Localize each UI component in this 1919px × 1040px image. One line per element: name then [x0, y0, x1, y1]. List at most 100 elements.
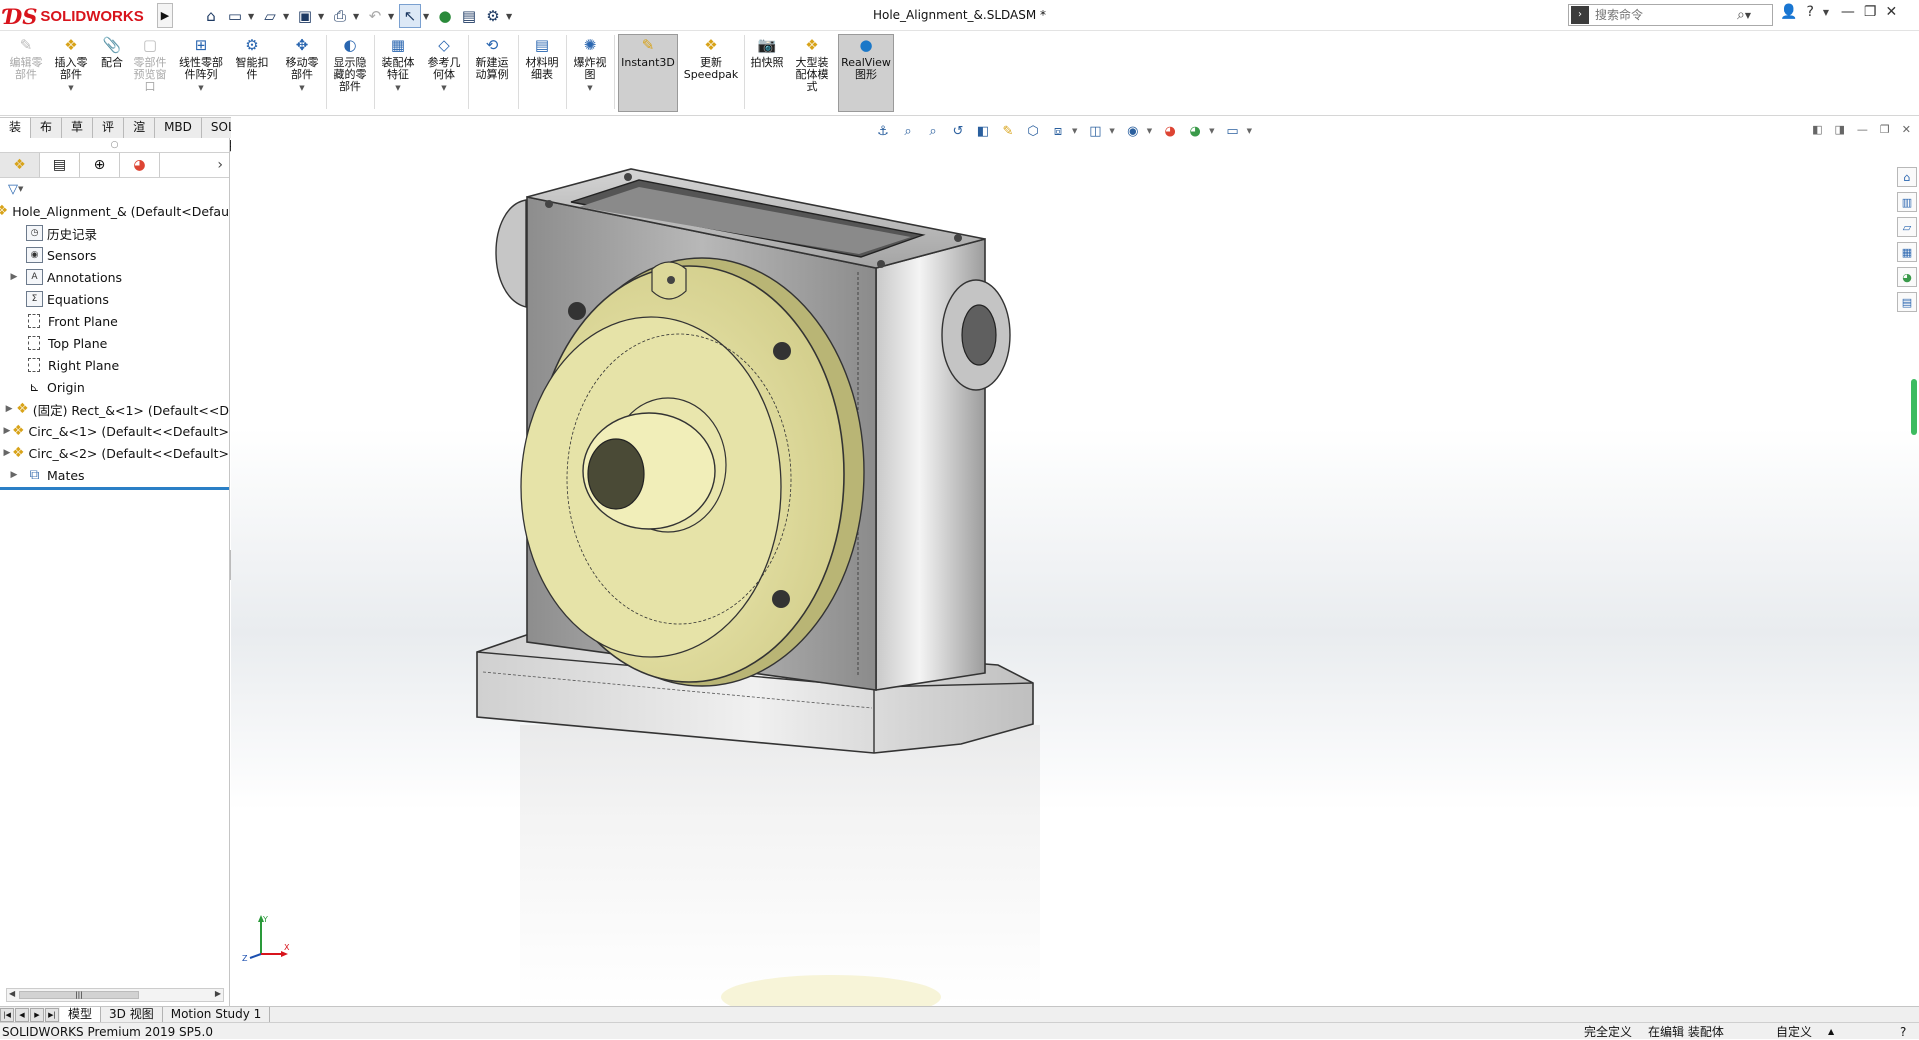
ribbon-separator: [468, 35, 469, 109]
realview-graphics-button[interactable]: ● RealView图形: [838, 34, 894, 112]
tree-item-rect-1[interactable]: ▶ ❖ (固定) Rect_&<1> (Default<<D: [0, 398, 229, 420]
tab-3d-views[interactable]: 3D 视图: [101, 1007, 163, 1023]
top-bolt-hole: [877, 260, 885, 268]
large-assembly-mode-button[interactable]: ❖ 大型装配体模式: [792, 35, 832, 93]
restore-icon[interactable]: ❐: [1864, 4, 1877, 20]
assembly-model-render[interactable]: [231, 117, 1919, 1006]
tree-item-circ-2[interactable]: ▶ ❖ Circ_&<2> (Default<<Default>: [0, 442, 229, 464]
move-component-button[interactable]: ✥ 移动零部件 ▼: [282, 35, 322, 94]
search-input[interactable]: [1595, 8, 1735, 22]
panel-grip[interactable]: ○: [0, 138, 229, 152]
edit-component-button[interactable]: ✎ 编辑零部件: [8, 35, 44, 81]
next-tab-icon[interactable]: ▶: [30, 1008, 44, 1022]
new-motion-study-button[interactable]: ⟲ 新建运动算例: [472, 35, 512, 81]
smart-fasteners-button[interactable]: ⚙ 智能扣件: [234, 35, 270, 81]
view-palette-icon[interactable]: ▦: [1897, 242, 1917, 262]
tab-render-tools[interactable]: 渲染工具: [124, 117, 156, 191]
ribbon-separator: [518, 35, 519, 109]
scroll-thumb[interactable]: |||: [19, 991, 139, 999]
file-explorer-icon[interactable]: ▱: [1897, 217, 1917, 237]
reference-geometry-button[interactable]: ◇ 参考几何体 ▼: [424, 35, 464, 94]
tree-item-equations[interactable]: Σ Equations: [0, 288, 229, 310]
instant3d-button[interactable]: ✎ Instant3D: [618, 34, 678, 112]
solidworks-resources-icon[interactable]: ⌂: [1897, 167, 1917, 187]
expand-arrow-icon[interactable]: ▶: [2, 272, 26, 282]
origin-icon: ⊾: [29, 380, 40, 394]
search-dropdown[interactable]: ▼: [1745, 11, 1754, 20]
tab-layout[interactable]: 布局: [31, 117, 63, 153]
ribbon-separator: [614, 35, 615, 109]
tab-model[interactable]: 模型: [60, 1007, 102, 1023]
assembly-features-button[interactable]: ▦ 装配体特征 ▼: [378, 35, 418, 94]
scroll-right-icon[interactable]: ▶: [215, 989, 221, 998]
tab-evaluate[interactable]: 评估: [93, 117, 125, 153]
mate-button[interactable]: 📎 配合: [96, 35, 128, 69]
featuremanager-panel: ○ ❖ ▤ ⊕ ◕ › ▽ ▼ ❖ Hole_Alignment_& (Defaul…: [0, 138, 230, 1006]
first-tab-icon[interactable]: |◀: [0, 1008, 14, 1022]
expand-arrow-icon[interactable]: ▶: [2, 404, 16, 414]
chevron-right-icon[interactable]: ›: [217, 157, 223, 173]
tree-item-circ-1[interactable]: ▶ ❖ Circ_&<1> (Default<<Default>: [0, 420, 229, 442]
search-icon[interactable]: ⌕: [1737, 7, 1745, 23]
filter-icon[interactable]: ▽ ▼: [0, 178, 229, 200]
exploded-view-button[interactable]: ✺ 爆炸视图 ▼: [570, 35, 610, 94]
expand-arrow-icon[interactable]: ▶: [2, 448, 12, 458]
component-preview-button[interactable]: ▢ 零部件预览窗口: [132, 35, 168, 93]
last-tab-icon[interactable]: ▶|: [45, 1008, 59, 1022]
ribbon-separator: [566, 35, 567, 109]
annotations-icon: A: [26, 269, 43, 285]
expand-arrow-icon[interactable]: ▶: [2, 470, 26, 480]
tab-assembly[interactable]: 装配体: [0, 117, 32, 172]
editing-status: 在编辑 装配体: [1648, 1025, 1724, 1039]
smart-fasteners-icon: ⚙: [245, 36, 259, 54]
tree-item-origin[interactable]: ⊾ Origin: [0, 376, 229, 398]
user-icon[interactable]: 👤: [1780, 4, 1797, 20]
command-prompt-icon[interactable]: ›: [1571, 6, 1589, 24]
tree-item-root-assembly[interactable]: ❖ Hole_Alignment_& (Default<Defau: [0, 200, 229, 222]
help-icon[interactable]: ?: [1806, 4, 1813, 20]
horizontal-scrollbar[interactable]: ◀ ||| ▶: [6, 988, 224, 1002]
custom-properties-icon[interactable]: ▤: [1897, 292, 1917, 312]
top-bolt-hole: [954, 234, 962, 242]
status-help-icon[interactable]: ?: [1900, 1024, 1906, 1040]
displaymanager-icon[interactable]: ◕: [120, 153, 160, 177]
graphics-area[interactable]: ⚓ ⌕ ⌕ ↺ ◧ ✎ ⬡ ⧈ ▼ ◫ ▼ ◉ ▼ ◕ ◕ ▼ ▭ ▼ ◧ ◨ — ❐ ✕: [231, 117, 1919, 1006]
show-hidden-components-button[interactable]: ◐ 显示隐藏的零部件: [330, 35, 370, 93]
propertymanager-icon[interactable]: ▤: [40, 153, 80, 177]
tree-item-sensors[interactable]: ◉ Sensors: [0, 244, 229, 266]
tab-mbd[interactable]: MBD: [155, 117, 202, 138]
rollback-bar[interactable]: [0, 487, 229, 490]
update-speedpak-button[interactable]: ❖ 更新Speedpak: [684, 35, 739, 81]
design-library-icon[interactable]: ▥: [1897, 192, 1917, 212]
tree-item-mates[interactable]: ▶ ⧉ Mates: [0, 464, 229, 486]
help-dropdown[interactable]: ▼: [1823, 8, 1832, 17]
svg-text:Z: Z: [242, 954, 248, 962]
configurationmanager-icon[interactable]: ⊕: [80, 153, 120, 177]
speedpak-icon: ❖: [704, 36, 718, 54]
expand-arrow-icon[interactable]: ▶: [2, 426, 12, 436]
featuremanager-icon[interactable]: ❖: [0, 153, 40, 177]
tree-item-right-plane[interactable]: Right Plane: [0, 354, 229, 376]
tree-item-front-plane[interactable]: Front Plane: [0, 310, 229, 332]
close-icon[interactable]: ✕: [1885, 4, 1897, 20]
tree-item-annotations[interactable]: ▶ A Annotations: [0, 266, 229, 288]
tab-motion-study[interactable]: Motion Study 1: [163, 1007, 271, 1023]
status-bar: SOLIDWORKS Premium 2019 SP5.0 完全定义 在编辑 装…: [0, 1022, 1919, 1039]
take-snapshot-button[interactable]: 📷 拍快照: [748, 35, 786, 69]
minimize-icon[interactable]: —: [1841, 4, 1855, 20]
prev-tab-icon[interactable]: ◀: [15, 1008, 29, 1022]
linear-pattern-button[interactable]: ⊞ 线性零部件阵列 ▼: [176, 35, 226, 94]
units-selector[interactable]: 自定义: [1776, 1024, 1812, 1040]
bill-of-materials-button[interactable]: ▤ 材料明细表: [522, 35, 562, 81]
definition-status: 完全定义: [1584, 1025, 1633, 1039]
tree-item-top-plane[interactable]: Top Plane: [0, 332, 229, 354]
tree-item-history[interactable]: ◷ 历史记录: [0, 222, 229, 244]
task-pane-scroll[interactable]: [1911, 379, 1917, 435]
edit-component-icon: ✎: [19, 36, 33, 54]
scroll-left-icon[interactable]: ◀: [9, 989, 15, 998]
window-controls: 👤 ? ▼ — ❐ ✕: [1780, 4, 1897, 20]
insert-components-button[interactable]: ❖ 插入零部件 ▼: [50, 35, 92, 94]
units-dropdown[interactable]: ▲: [1828, 1024, 1834, 1040]
appearances-icon[interactable]: ◕: [1897, 267, 1917, 287]
tab-sketch[interactable]: 草图: [62, 117, 94, 153]
